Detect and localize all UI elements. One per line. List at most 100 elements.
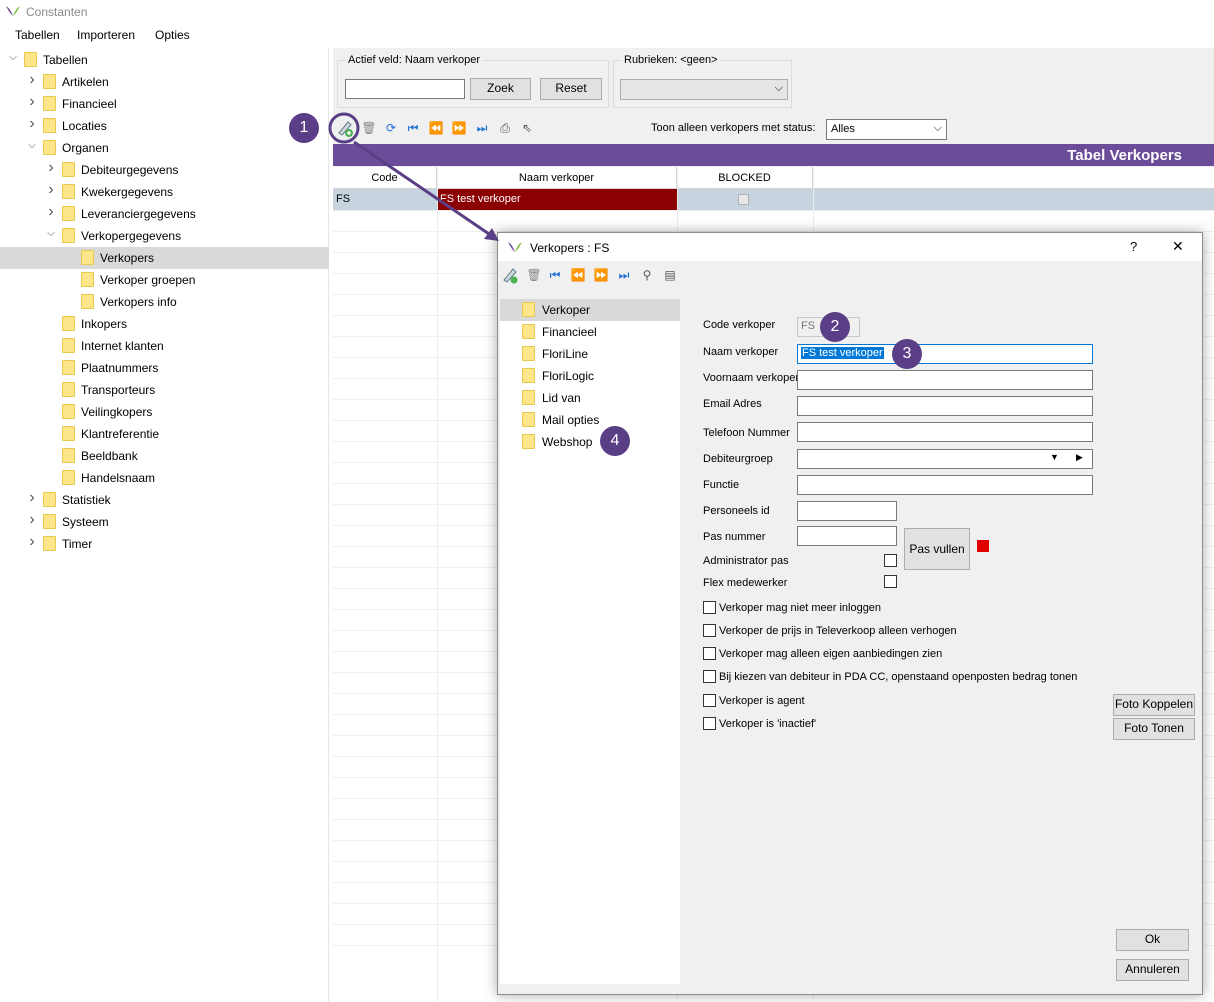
foto-koppelen-button[interactable]: Foto Koppelen <box>1113 694 1195 716</box>
status-filter-select[interactable]: Alles ⌵ <box>826 119 947 140</box>
chevron-down-icon[interactable]: ▼ <box>1050 452 1059 462</box>
option-checkbox[interactable] <box>703 601 716 614</box>
chevron-down-icon[interactable]: ⌵ <box>7 52 19 66</box>
dialog-nav-item[interactable]: FloriLogic <box>500 365 680 387</box>
dialog-nav-item[interactable]: Mail opties <box>500 409 680 431</box>
close-icon[interactable]: ✕ <box>1172 238 1184 255</box>
tree-item[interactable]: Beeldbank <box>0 445 329 467</box>
tree-item[interactable]: Verkopers <box>0 247 329 269</box>
first-record-icon[interactable]: ⏮ <box>547 267 563 283</box>
pas-vullen-button[interactable]: Pas vullen <box>904 528 970 570</box>
column-header-naam[interactable]: Naam verkoper <box>437 167 677 189</box>
chevron-right-icon[interactable]: › <box>26 71 38 88</box>
pointer-icon[interactable]: ⇖ <box>519 120 535 136</box>
tree-item[interactable]: Handelsnaam <box>0 467 329 489</box>
chevron-right-icon[interactable]: ▶ <box>1076 452 1083 463</box>
notes-icon[interactable]: ▤ <box>662 267 678 283</box>
folder-icon <box>62 184 75 199</box>
first-record-icon[interactable]: ⏮ <box>405 120 421 136</box>
table-row[interactable]: FS FS test verkoper <box>333 189 1214 210</box>
column-header-code[interactable]: Code <box>333 167 437 189</box>
admin-checkbox[interactable] <box>884 554 897 567</box>
column-header-blocked[interactable]: BLOCKED <box>677 167 813 189</box>
personeels-field[interactable] <box>797 501 897 521</box>
dialog-nav-item[interactable]: FloriLine <box>500 343 680 365</box>
chevron-down-icon[interactable]: ⌵ <box>45 228 57 242</box>
print-icon[interactable]: ⎙ <box>497 120 513 136</box>
chevron-right-icon[interactable]: › <box>26 93 38 110</box>
tree-item[interactable]: ⌵ Tabellen <box>0 49 329 71</box>
help-button[interactable]: ? <box>1130 239 1137 254</box>
tree-item[interactable]: › Leveranciergegevens <box>0 203 329 225</box>
last-record-icon[interactable]: ⏭ <box>616 267 632 283</box>
tree-item[interactable]: Transporteurs <box>0 379 329 401</box>
delete-icon[interactable]: 🗑 <box>526 267 542 283</box>
functie-field[interactable] <box>797 475 1093 495</box>
next-record-icon[interactable]: ⏩ <box>593 267 609 283</box>
find-button[interactable]: Zoek <box>470 78 531 100</box>
option-checkbox[interactable] <box>703 624 716 637</box>
tree-item[interactable]: Verkoper groepen <box>0 269 329 291</box>
delete-icon[interactable]: 🗑 <box>361 120 377 136</box>
tree-item[interactable]: ⌵ Organen <box>0 137 329 159</box>
reset-button[interactable]: Reset <box>540 78 602 100</box>
previous-record-icon[interactable]: ⏪ <box>428 120 444 136</box>
tree-item[interactable]: › Systeem <box>0 511 329 533</box>
dialog-nav-item[interactable]: Lid van <box>500 387 680 409</box>
ok-button[interactable]: Ok <box>1116 929 1189 951</box>
chevron-right-icon[interactable]: › <box>45 203 57 220</box>
chevron-right-icon[interactable]: › <box>45 159 57 176</box>
naam-field[interactable]: FS test verkoper <box>797 344 1093 364</box>
chevron-right-icon[interactable]: › <box>26 115 38 132</box>
tree-item[interactable]: Internet klanten <box>0 335 329 357</box>
tree-item[interactable]: Veilingkopers <box>0 401 329 423</box>
tree-item[interactable]: › Kwekergegevens <box>0 181 329 203</box>
chevron-right-icon[interactable]: › <box>45 181 57 198</box>
chevron-down-icon[interactable]: ⌵ <box>26 140 38 154</box>
search-input[interactable] <box>345 79 465 99</box>
pas-field[interactable] <box>797 526 897 546</box>
add-record-icon[interactable] <box>501 266 519 284</box>
menu-opties[interactable]: Opties <box>155 28 190 42</box>
annuleren-button[interactable]: Annuleren <box>1116 959 1189 981</box>
option-checkbox[interactable] <box>703 670 716 683</box>
tree-item[interactable]: Klantreferentie <box>0 423 329 445</box>
previous-record-icon[interactable]: ⏪ <box>570 267 586 283</box>
dialog-nav-item[interactable]: Verkoper <box>500 299 680 321</box>
rubrieken-select[interactable]: ⌵ <box>620 79 788 100</box>
chevron-right-icon[interactable]: › <box>26 511 38 528</box>
email-field[interactable] <box>797 396 1093 416</box>
dialog-nav-item[interactable]: Financieel <box>500 321 680 343</box>
cell-blocked-checkbox[interactable] <box>738 194 749 205</box>
flex-checkbox[interactable] <box>884 575 897 588</box>
tree-item[interactable]: Plaatnummers <box>0 357 329 379</box>
tree-item[interactable]: ⌵ Verkopergegevens <box>0 225 329 247</box>
callout-badge: 3 <box>892 339 922 369</box>
tree-item[interactable]: › Debiteurgegevens <box>0 159 329 181</box>
menu-importeren[interactable]: Importeren <box>77 28 135 42</box>
option-checkbox[interactable] <box>703 694 716 707</box>
last-record-icon[interactable]: ⏭ <box>474 120 490 136</box>
tree-item[interactable]: › Timer <box>0 533 329 555</box>
voornaam-field[interactable] <box>797 370 1093 390</box>
option-checkbox[interactable] <box>703 647 716 660</box>
foto-tonen-button[interactable]: Foto Tonen <box>1113 718 1195 740</box>
tree-item[interactable]: › Statistiek <box>0 489 329 511</box>
dialog-nav-item[interactable]: Webshop <box>500 431 680 453</box>
next-record-icon[interactable]: ⏩ <box>451 120 467 136</box>
cell-naam-selected[interactable]: FS test verkoper <box>437 189 677 210</box>
menu-tabellen[interactable]: Tabellen <box>15 28 60 42</box>
chevron-right-icon[interactable]: › <box>26 489 38 506</box>
telefoon-field[interactable] <box>797 422 1093 442</box>
search-icon[interactable]: ⚲ <box>639 267 655 283</box>
debiteurgroep-select[interactable]: ▼ ▶ <box>797 449 1093 469</box>
tree-item[interactable]: › Locaties <box>0 115 329 137</box>
tree-item[interactable]: › Financieel <box>0 93 329 115</box>
add-record-icon[interactable] <box>335 118 355 138</box>
option-checkbox[interactable] <box>703 717 716 730</box>
tree-item[interactable]: › Artikelen <box>0 71 329 93</box>
tree-item[interactable]: Verkopers info <box>0 291 329 313</box>
refresh-icon[interactable]: ⟳ <box>383 120 399 136</box>
tree-item[interactable]: Inkopers <box>0 313 329 335</box>
chevron-right-icon[interactable]: › <box>26 533 38 550</box>
